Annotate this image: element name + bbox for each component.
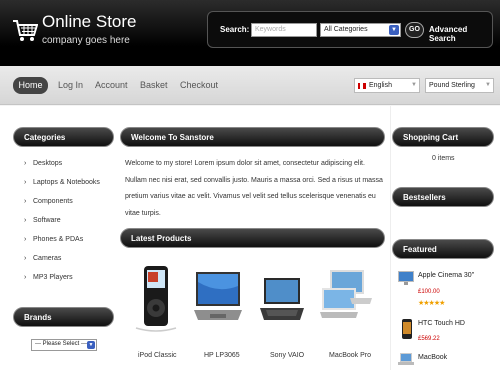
chevron-right-icon: ›	[24, 255, 27, 262]
brand-select[interactable]: --- Please Select --- ▼	[31, 339, 97, 351]
advanced-search-link[interactable]: Advanced Search	[429, 25, 492, 43]
macbook-pro-image[interactable]	[320, 264, 372, 334]
welcome-header: Welcome To Sanstore	[120, 127, 385, 147]
site-header: Online Store company goes here Search: K…	[0, 0, 500, 66]
chevron-right-icon: ›	[24, 236, 27, 243]
brand-select-value: --- Please Select ---	[35, 341, 88, 347]
store-tagline: company goes here	[42, 35, 130, 46]
chevron-right-icon: ›	[24, 217, 27, 224]
nav-account[interactable]: Account	[95, 80, 128, 90]
featured-price-htc-touch-hd: £569.22	[418, 336, 440, 342]
welcome-text: Welcome to my store! Lorem ipsum dolor s…	[125, 160, 383, 217]
chevron-down-icon: ▼	[485, 82, 491, 88]
macbook-thumbnail[interactable]	[398, 352, 414, 366]
go-button[interactable]: GO	[405, 22, 424, 38]
chevron-right-icon: ›	[24, 160, 27, 167]
featured-name-apple-cinema[interactable]: Apple Cinema 30"	[418, 272, 474, 279]
column-divider	[390, 106, 391, 370]
product-name-ipod-classic[interactable]: iPod Classic	[138, 352, 177, 359]
cart-item-count: 0 items	[432, 155, 455, 162]
apple-cinema-thumbnail[interactable]	[397, 270, 415, 286]
hp-lp3065-image[interactable]	[192, 264, 244, 334]
store-name[interactable]: Online Store	[42, 12, 137, 32]
nav-home[interactable]: Home	[13, 77, 48, 94]
language-value: English	[369, 82, 392, 89]
category-select[interactable]: All Categories ▼	[320, 23, 401, 37]
shopping-cart-logo-icon[interactable]	[12, 18, 38, 44]
product-name-sony-vaio[interactable]: Sony VAIO	[270, 352, 304, 359]
chevron-down-icon[interactable]: ▼	[87, 341, 95, 349]
nav-basket[interactable]: Basket	[140, 80, 168, 90]
chevron-down-icon: ▼	[411, 82, 417, 88]
featured-name-macbook[interactable]: MacBook	[418, 354, 447, 361]
featured-header: Featured	[392, 239, 494, 259]
featured-price-apple-cinema: £100.00	[418, 289, 440, 295]
shopping-cart-header: Shopping Cart	[392, 127, 494, 147]
search-bar: Search: Keywords All Categories ▼ GO Adv…	[207, 11, 493, 48]
chevron-right-icon: ›	[24, 274, 27, 281]
search-input[interactable]: Keywords	[251, 23, 317, 37]
htc-touch-hd-thumbnail[interactable]	[401, 318, 413, 340]
currency-select[interactable]: Pound Sterling ▼	[425, 78, 494, 93]
search-label: Search:	[220, 25, 250, 34]
brands-header: Brands	[13, 307, 114, 327]
categories-header: Categories	[13, 127, 114, 147]
chevron-right-icon: ›	[24, 198, 27, 205]
uk-flag-icon	[358, 83, 366, 89]
language-select[interactable]: English ▼	[354, 78, 420, 93]
featured-name-htc-touch-hd[interactable]: HTC Touch HD	[418, 320, 465, 327]
nav-checkout[interactable]: Checkout	[180, 80, 218, 90]
rating-stars: ★★★★★	[418, 300, 445, 307]
product-name-hp-lp3065[interactable]: HP LP3065	[204, 352, 240, 359]
category-select-value: All Categories	[324, 26, 368, 33]
nav-login[interactable]: Log In	[58, 80, 83, 90]
sony-vaio-image[interactable]	[256, 264, 308, 334]
latest-products-header: Latest Products	[120, 228, 385, 248]
bestsellers-header: Bestsellers	[392, 187, 494, 207]
currency-value: Pound Sterling	[429, 82, 475, 89]
product-name-macbook-pro[interactable]: MacBook Pro	[329, 352, 371, 359]
chevron-right-icon: ›	[24, 179, 27, 186]
ipod-classic-image[interactable]	[130, 264, 182, 334]
chevron-down-icon[interactable]: ▼	[389, 25, 399, 35]
